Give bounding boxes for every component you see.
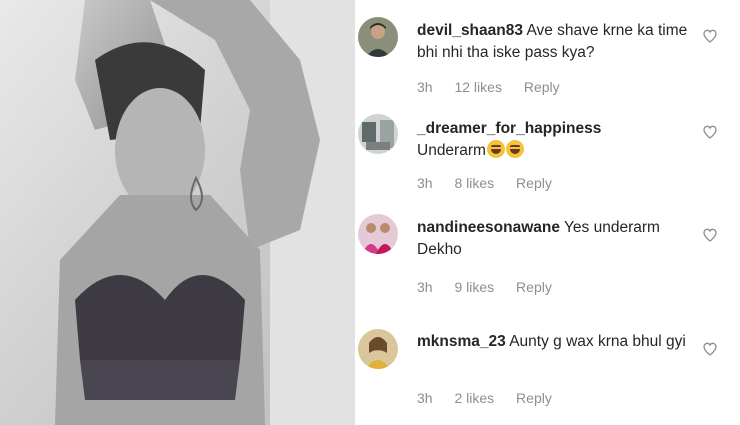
comment-username[interactable]: devil_shaan83	[417, 22, 523, 39]
user-avatar-man-icon[interactable]	[358, 17, 398, 57]
comment-body: Underarm	[417, 142, 486, 159]
comment-meta: 3h 12 likes Reply	[417, 79, 578, 95]
post-photo	[0, 0, 355, 425]
user-avatar-woman-icon[interactable]	[358, 329, 398, 369]
comment-text: nandineesonawane Yes underarm Dekho	[417, 217, 692, 261]
comment-text: mknsma_23 Aunty g wax krna bhul gyi	[417, 331, 692, 353]
heart-icon[interactable]	[702, 341, 718, 357]
comment-username[interactable]: _dreamer_for_happiness	[417, 120, 601, 137]
comment-text: _dreamer_for_happiness Underarm	[417, 118, 692, 162]
comment-meta: 3h 2 likes Reply	[417, 390, 570, 406]
user-avatar-two-people-icon[interactable]	[358, 214, 398, 254]
comment-likes[interactable]: 9 likes	[454, 279, 494, 295]
comment-time: 3h	[417, 79, 433, 95]
comment-meta: 3h 9 likes Reply	[417, 279, 570, 295]
comment-likes[interactable]: 2 likes	[454, 390, 494, 406]
comment-text: devil_shaan83 Ave shave krne ka time bhi…	[417, 20, 692, 64]
comment-body: Aunty g wax krna bhul gyi	[509, 333, 686, 350]
user-avatar-room-icon[interactable]	[358, 114, 398, 154]
reply-button[interactable]: Reply	[516, 175, 552, 191]
heart-icon[interactable]	[702, 227, 718, 243]
laughing-emoji-icon	[505, 140, 524, 158]
heart-icon[interactable]	[702, 28, 718, 44]
comment-time: 3h	[417, 279, 433, 295]
reply-button[interactable]: Reply	[516, 390, 552, 406]
comment-likes[interactable]: 8 likes	[454, 175, 494, 191]
comment-username[interactable]: nandineesonawane	[417, 219, 560, 236]
comment-time: 3h	[417, 390, 433, 406]
reply-button[interactable]: Reply	[524, 79, 560, 95]
laughing-emoji-icon	[486, 140, 505, 158]
comment-time: 3h	[417, 175, 433, 191]
comment-likes[interactable]: 12 likes	[454, 79, 501, 95]
comment-username[interactable]: mknsma_23	[417, 333, 506, 350]
heart-icon[interactable]	[702, 124, 718, 140]
comments-panel: devil_shaan83 Ave shave krne ka time bhi…	[355, 0, 740, 425]
reply-button[interactable]: Reply	[516, 279, 552, 295]
comment-meta: 3h 8 likes Reply	[417, 175, 570, 191]
